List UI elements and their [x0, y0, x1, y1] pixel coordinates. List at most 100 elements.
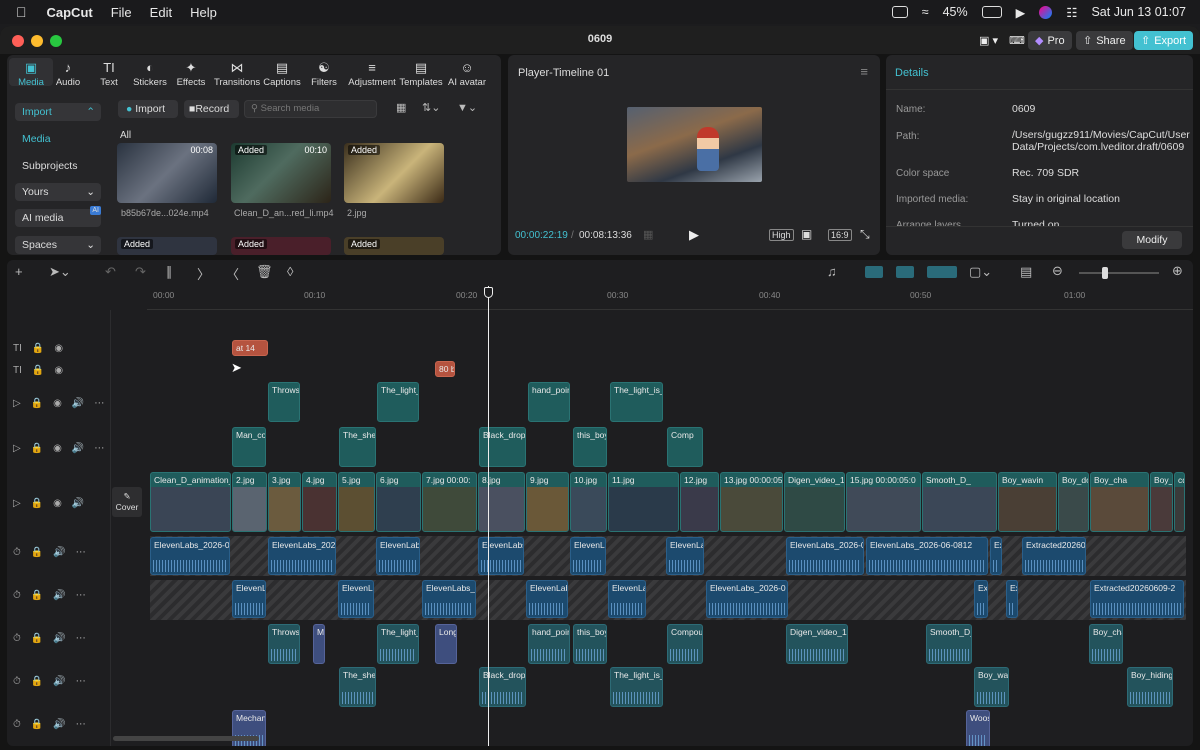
audio-clip[interactable]: Ext: [1006, 580, 1018, 618]
tab-templates[interactable]: ▤ Templates: [399, 61, 443, 89]
more-icon[interactable]: ⋯: [76, 719, 86, 730]
caption-icon[interactable]: ▤: [1020, 264, 1032, 280]
import-button[interactable]: ● Import: [118, 100, 178, 118]
more-icon[interactable]: ⋯: [76, 547, 86, 558]
audio-clip[interactable]: ElevenLa: [666, 537, 704, 575]
audio-clip[interactable]: Smooth_D_a: [926, 624, 972, 664]
eye-icon[interactable]: ◉: [53, 398, 62, 409]
audio-clip[interactable]: Extracted20260: [1022, 537, 1086, 575]
main-video-clip[interactable]: 11.jpg: [608, 472, 679, 532]
more-icon[interactable]: ⋯: [76, 676, 86, 687]
sidebar-item-subprojects[interactable]: Subprojects: [15, 157, 101, 175]
play-icon[interactable]: ▶: [689, 227, 699, 243]
redo-icon[interactable]: ↷: [135, 264, 146, 280]
screen-record-icon[interactable]: [891, 6, 908, 18]
main-video-clip[interactable]: 6.jpg: [376, 472, 421, 532]
volume-icon[interactable]: 🔊: [72, 498, 84, 509]
audio-clip[interactable]: Ext: [974, 580, 988, 618]
audio-clip[interactable]: ElevenLabs_: [376, 537, 420, 575]
main-video-clip[interactable]: cd: [1174, 472, 1185, 532]
video-clip[interactable]: The_light_is_f: [610, 382, 663, 422]
menu-help[interactable]: Help: [190, 5, 217, 20]
cover-button[interactable]: ✎ Cover: [112, 487, 142, 517]
audio-clip[interactable]: ElevenLabs_20: [422, 580, 476, 618]
microphone-icon[interactable]: ♫: [827, 264, 837, 279]
video-clip[interactable]: Black_drops: [479, 427, 526, 467]
text-clip[interactable]: at 14: [232, 340, 268, 356]
main-video-clip[interactable]: 7.jpg 00:00:: [422, 472, 477, 532]
video-clip[interactable]: this_boy_: [573, 427, 607, 467]
main-video-clip[interactable]: 13.jpg 00:00:05:1: [720, 472, 783, 532]
record-button[interactable]: ■Record: [184, 100, 239, 118]
audio-clip[interactable]: hand_poin: [528, 624, 570, 664]
volume-icon[interactable]: 🔊: [53, 590, 65, 601]
volume-icon[interactable]: 🔊: [53, 547, 65, 558]
media-thumb-2[interactable]: Added 00:10: [231, 143, 331, 203]
lock-icon[interactable]: 🔒: [31, 676, 43, 687]
audio-clip[interactable]: The_light_i: [377, 624, 419, 664]
lock-icon[interactable]: 🔒: [31, 443, 43, 454]
lock-icon[interactable]: 🔒: [31, 498, 43, 509]
video-clip[interactable]: Comp: [667, 427, 703, 467]
sidebar-item-yours[interactable]: Yours ⌄: [15, 183, 101, 201]
more-icon[interactable]: ⋯: [76, 633, 86, 644]
grid-view-icon[interactable]: ▦: [396, 101, 406, 114]
main-video-clip[interactable]: Digen_video_178: [784, 472, 845, 532]
playhead[interactable]: [488, 286, 489, 746]
app-menu[interactable]: CapCut: [47, 5, 93, 20]
control-center-icon[interactable]: ☷: [1066, 5, 1077, 20]
modify-button[interactable]: Modify: [1122, 231, 1182, 249]
media-thumb-6[interactable]: Added: [344, 237, 444, 255]
main-video-clip[interactable]: Clean_D_animation_: [150, 472, 231, 532]
playhead-handle[interactable]: [484, 287, 493, 298]
volume-icon[interactable]: 🔊: [53, 633, 65, 644]
audio-clip[interactable]: Black_drops: [479, 667, 526, 707]
horizontal-scrollbar[interactable]: [113, 736, 259, 741]
tab-filters[interactable]: ☯ Filters: [302, 61, 346, 89]
eye-icon[interactable]: ◉: [54, 343, 63, 354]
audio-clip[interactable]: Boy_hiding_: [1127, 667, 1173, 707]
main-video-clip[interactable]: 4.jpg: [302, 472, 337, 532]
zoom-in-icon[interactable]: ⊕: [1172, 263, 1183, 279]
zoom-out-icon[interactable]: ⊖: [1052, 263, 1063, 279]
main-video-clip[interactable]: 8.jpg: [478, 472, 525, 532]
filter-icon[interactable]: ▼⌄: [457, 101, 477, 114]
audio-clip[interactable]: ElevenLa: [232, 580, 266, 618]
audio-clip[interactable]: this_boy_: [573, 624, 607, 664]
apple-icon[interactable]: : [16, 4, 27, 20]
eye-icon[interactable]: ◉: [53, 443, 62, 454]
main-video-clip[interactable]: 10.jpg: [570, 472, 607, 532]
fullscreen-icon[interactable]: ⤡: [860, 227, 870, 242]
timeline-view-icon[interactable]: ▦: [643, 228, 653, 241]
audio-clip[interactable]: Throws_: [268, 624, 300, 664]
sidebar-item-ai-media[interactable]: AI media AI: [15, 206, 101, 227]
text-clip[interactable]: 80 b: [435, 361, 455, 377]
crop-icon[interactable]: ▢⌄: [969, 264, 992, 280]
media-thumb-1[interactable]: 00:08: [117, 143, 217, 203]
video-clip[interactable]: Man_co: [232, 427, 266, 467]
tab-effects[interactable]: ✦ Effects: [169, 61, 213, 89]
ratio-button[interactable]: 16:9: [828, 229, 852, 241]
main-video-clip[interactable]: Boy_cha: [1090, 472, 1149, 532]
lock-icon[interactable]: 🔒: [32, 365, 44, 376]
audio-clip[interactable]: The_shee: [339, 667, 376, 707]
more-icon[interactable]: ⋯: [94, 398, 104, 409]
audio-clip[interactable]: Digen_video_178: [786, 624, 848, 664]
audio-clip[interactable]: ElevenLabs_: [478, 537, 524, 575]
select-tool-icon[interactable]: ➤⌄: [49, 264, 71, 280]
tab-stickers[interactable]: ◐ Stickers: [128, 61, 172, 89]
audio-clip[interactable]: ElevenLabs_2026-06-0812: [866, 537, 988, 575]
main-video-clip[interactable]: 5.jpg: [338, 472, 375, 532]
add-icon[interactable]: +: [15, 264, 23, 279]
sort-icon[interactable]: ⇅⌄: [422, 101, 440, 114]
video-clip[interactable]: The_shee: [339, 427, 376, 467]
main-video-clip[interactable]: Boy_wavin: [998, 472, 1057, 532]
video-clip[interactable]: Throws: [268, 382, 300, 422]
audio-clip[interactable]: Ext: [990, 537, 1002, 575]
sidebar-item-import[interactable]: Import ⌃: [15, 103, 101, 121]
lock-icon[interactable]: 🔒: [31, 590, 43, 601]
audio-clip[interactable]: Mo: [313, 624, 325, 664]
main-video-clip[interactable]: 15.jpg 00:00:05:0: [846, 472, 921, 532]
audio-clip[interactable]: ElevenLa: [570, 537, 606, 575]
main-video-clip[interactable]: 3.jpg: [268, 472, 301, 532]
